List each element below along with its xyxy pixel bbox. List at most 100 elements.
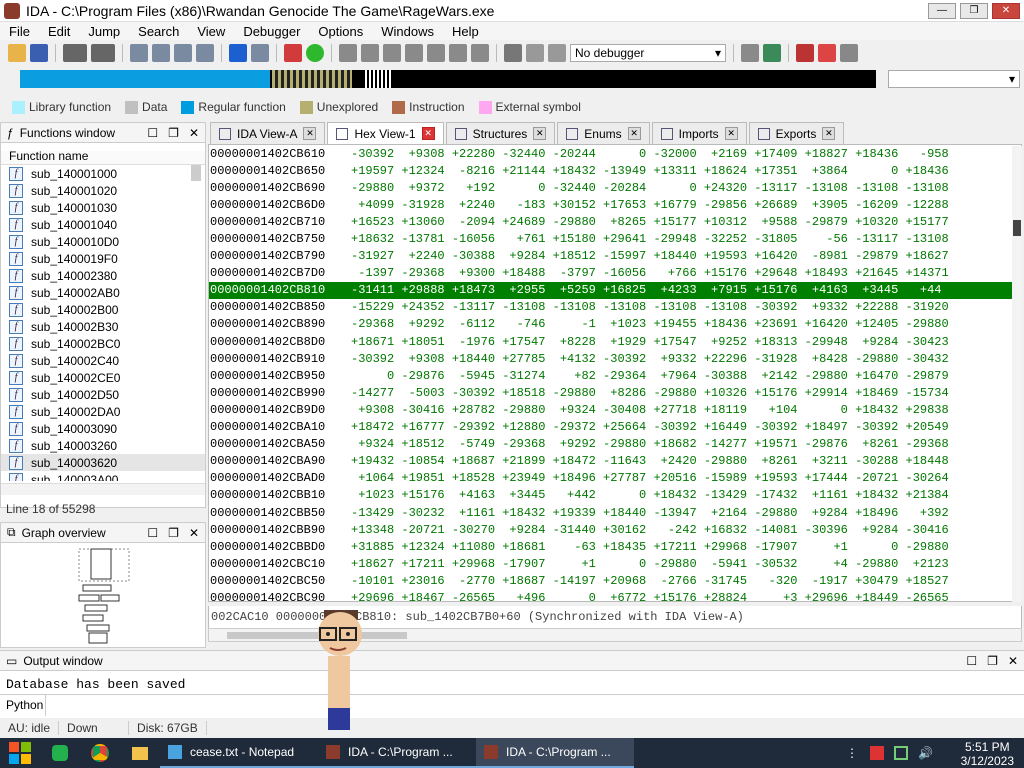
open-folder-icon[interactable]	[8, 44, 26, 62]
hex-row[interactable]: 00000001402CB690 -29880 +9372 +192 0 -324…	[209, 179, 1021, 196]
hex-row[interactable]: 00000001402CB6D0 +4099 -31928 +2240 -183…	[209, 196, 1021, 213]
tab-close-icon[interactable]: ✕	[627, 127, 641, 140]
hex-row[interactable]: 00000001402CB9D0 +9308 -30416 +28782 -29…	[209, 401, 1021, 418]
function-list-item[interactable]: f sub_1400010D0	[1, 233, 205, 250]
function-list-item[interactable]: f sub_140002BC0	[1, 335, 205, 352]
hex-row[interactable]: 00000001402CBC10 +18627 +17211 +29968 -17…	[209, 555, 1021, 572]
add-watch-icon[interactable]	[796, 44, 814, 62]
hex-row[interactable]: 00000001402CBB10 +1023 +15176 +4163 +344…	[209, 487, 1021, 504]
hex-row[interactable]: 00000001402CBA50 +9324 +18512 -5749 -293…	[209, 436, 1021, 453]
tab-exports[interactable]: Exports ✕	[748, 122, 845, 144]
function-list-item[interactable]: f sub_140002380	[1, 267, 205, 284]
debugger-select[interactable]: No debugger	[570, 44, 726, 62]
sync-icon[interactable]	[763, 44, 781, 62]
menu-help[interactable]: Help	[443, 24, 488, 39]
hex-row[interactable]: 00000001402CBB90 +13348 -20721 -30270 +92…	[209, 521, 1021, 538]
warning-triangle-icon[interactable]	[284, 44, 302, 62]
hex-row[interactable]: 00000001402CB890 -29368 +9292 -6112 -746 …	[209, 316, 1021, 333]
hex-row[interactable]: 00000001402CBAD0 +1064 +19851 +18528 +23…	[209, 470, 1021, 487]
hex-row[interactable]: 00000001402CB850 -15229 +24352 -13117 -13…	[209, 299, 1021, 316]
search-immediate-icon[interactable]	[174, 44, 192, 62]
panel-float-icon[interactable]: ❐	[168, 526, 179, 540]
function-list-item[interactable]: f sub_140003A00	[1, 471, 205, 481]
search-next-icon[interactable]	[196, 44, 214, 62]
tab-structures[interactable]: Structures ✕	[445, 122, 556, 144]
start-button[interactable]	[0, 738, 40, 768]
taskbar-task-ida-2[interactable]: IDA - C:\Program ...	[476, 738, 634, 768]
menu-edit[interactable]: Edit	[39, 24, 79, 39]
function-list-item[interactable]: f sub_140002B30	[1, 318, 205, 335]
function-list-item[interactable]: f sub_140001020	[1, 182, 205, 199]
chrome-icon[interactable]	[80, 738, 120, 768]
tab-close-icon[interactable]: ✕	[421, 127, 435, 140]
hex-row[interactable]: 00000001402CB950 0 -29876 -5945 -31274 +…	[209, 367, 1021, 384]
command-input[interactable]	[48, 697, 1008, 714]
hex-row[interactable]: 00000001402CB8D0 +18671 +18051 -1976 +175…	[209, 333, 1021, 350]
tab-ida-view-a[interactable]: IDA View-A ✕	[210, 122, 326, 144]
function-list-item[interactable]: f sub_140003090	[1, 420, 205, 437]
menu-windows[interactable]: Windows	[372, 24, 443, 39]
function-list-item[interactable]: f sub_140002C40	[1, 352, 205, 369]
menu-search[interactable]: Search	[129, 24, 188, 39]
run-green-circle-icon[interactable]	[306, 44, 324, 62]
hex-row[interactable]: 00000001402CB990 -14277 -5003 -30392 +185…	[209, 384, 1021, 401]
file-explorer-icon[interactable]	[120, 738, 160, 768]
network-icon[interactable]	[894, 746, 908, 760]
function-list-item[interactable]: f sub_140001000	[1, 165, 205, 182]
hex-row[interactable]: 00000001402CB790 -31927 +2240 -30388 +928…	[209, 248, 1021, 265]
hex-row[interactable]: 00000001402CB610 -30392 +9308 +22280 -324…	[209, 145, 1021, 162]
hex-row[interactable]: 00000001402CBBD0 +31885 +12324 +11080 +18…	[209, 538, 1021, 555]
panel-restore-icon[interactable]: ☐	[966, 654, 977, 668]
search-binary-icon[interactable]	[130, 44, 148, 62]
tab-hex-view-1[interactable]: Hex View-1 ✕	[327, 122, 444, 144]
tab-close-icon[interactable]: ✕	[533, 127, 547, 140]
save-icon[interactable]	[30, 44, 48, 62]
function-list-item[interactable]: f sub_140002B00	[1, 301, 205, 318]
jump-down-icon[interactable]	[229, 44, 247, 62]
struct-icon[interactable]	[405, 44, 423, 62]
python-button[interactable]: Python	[0, 695, 46, 716]
function-list-item[interactable]: f sub_140002CE0	[1, 369, 205, 386]
tab-enums[interactable]: Enums ✕	[557, 122, 650, 144]
function-list-item[interactable]: f sub_140002D50	[1, 386, 205, 403]
taskbar-task-notepad[interactable]: cease.txt - Notepad	[160, 738, 318, 768]
function-list-item[interactable]: f sub_140003260	[1, 437, 205, 454]
panel-restore-icon[interactable]: ☐	[147, 126, 158, 140]
hex-row[interactable]: 00000001402CBA10 +18472 +16777 -29392 +12…	[209, 419, 1021, 436]
function-list-item[interactable]: f sub_1400019F0	[1, 250, 205, 267]
function-list-item[interactable]: f sub_140003620	[1, 454, 205, 471]
function-list-hscrollbar[interactable]	[1, 483, 205, 495]
breakpoint-icon[interactable]	[741, 44, 759, 62]
taskbar-task-ida-1[interactable]: IDA - C:\Program ...	[318, 738, 476, 768]
overflow-dots-icon[interactable]: ⋮	[846, 746, 860, 760]
tools-icon[interactable]	[840, 44, 858, 62]
pause-icon[interactable]	[526, 44, 544, 62]
tab-imports[interactable]: Imports ✕	[651, 122, 747, 144]
menu-debugger[interactable]: Debugger	[234, 24, 309, 39]
panel-restore-icon[interactable]: ☐	[147, 526, 158, 540]
tab-close-icon[interactable]: ✕	[822, 127, 836, 140]
hex-row[interactable]: 00000001402CBA90 +19432 -10854 +18687 +21…	[209, 453, 1021, 470]
hex-row[interactable]: 00000001402CB650 +19597 +12324 -8216 +211…	[209, 162, 1021, 179]
hex-row[interactable]: 00000001402CB810 -31411 +29888 +18473 +29…	[209, 281, 1021, 299]
function-list-item[interactable]: f sub_140002AB0	[1, 284, 205, 301]
stop-icon[interactable]	[548, 44, 566, 62]
panel-float-icon[interactable]: ❐	[987, 654, 998, 668]
panel-float-icon[interactable]: ❐	[168, 126, 179, 140]
hex-row[interactable]: 00000001402CB7D0 -1397 -29368 +9300 +184…	[209, 265, 1021, 282]
hex-row[interactable]: 00000001402CBC90 +29696 +18467 -26565 +49…	[209, 589, 1021, 601]
forward-arrow-icon[interactable]	[91, 44, 115, 62]
panel-close-icon[interactable]: ✕	[189, 526, 199, 540]
close-button[interactable]: ✕	[992, 2, 1020, 19]
hex-vscrollbar[interactable]	[1012, 146, 1022, 602]
hex-row[interactable]: 00000001402CB750 +18632 -13781 -16056 +76…	[209, 230, 1021, 247]
ascii-icon[interactable]	[383, 44, 401, 62]
navigation-combo[interactable]	[888, 70, 1020, 88]
chat-app-icon[interactable]	[40, 738, 80, 768]
system-clock[interactable]: 5:51 PM 3/12/2023	[961, 741, 1014, 767]
back-arrow-icon[interactable]	[63, 44, 87, 62]
tab-close-icon[interactable]: ✕	[724, 127, 738, 140]
delete-icon[interactable]	[471, 44, 489, 62]
menu-file[interactable]: File	[0, 24, 39, 39]
minimize-button[interactable]: —	[928, 2, 956, 19]
